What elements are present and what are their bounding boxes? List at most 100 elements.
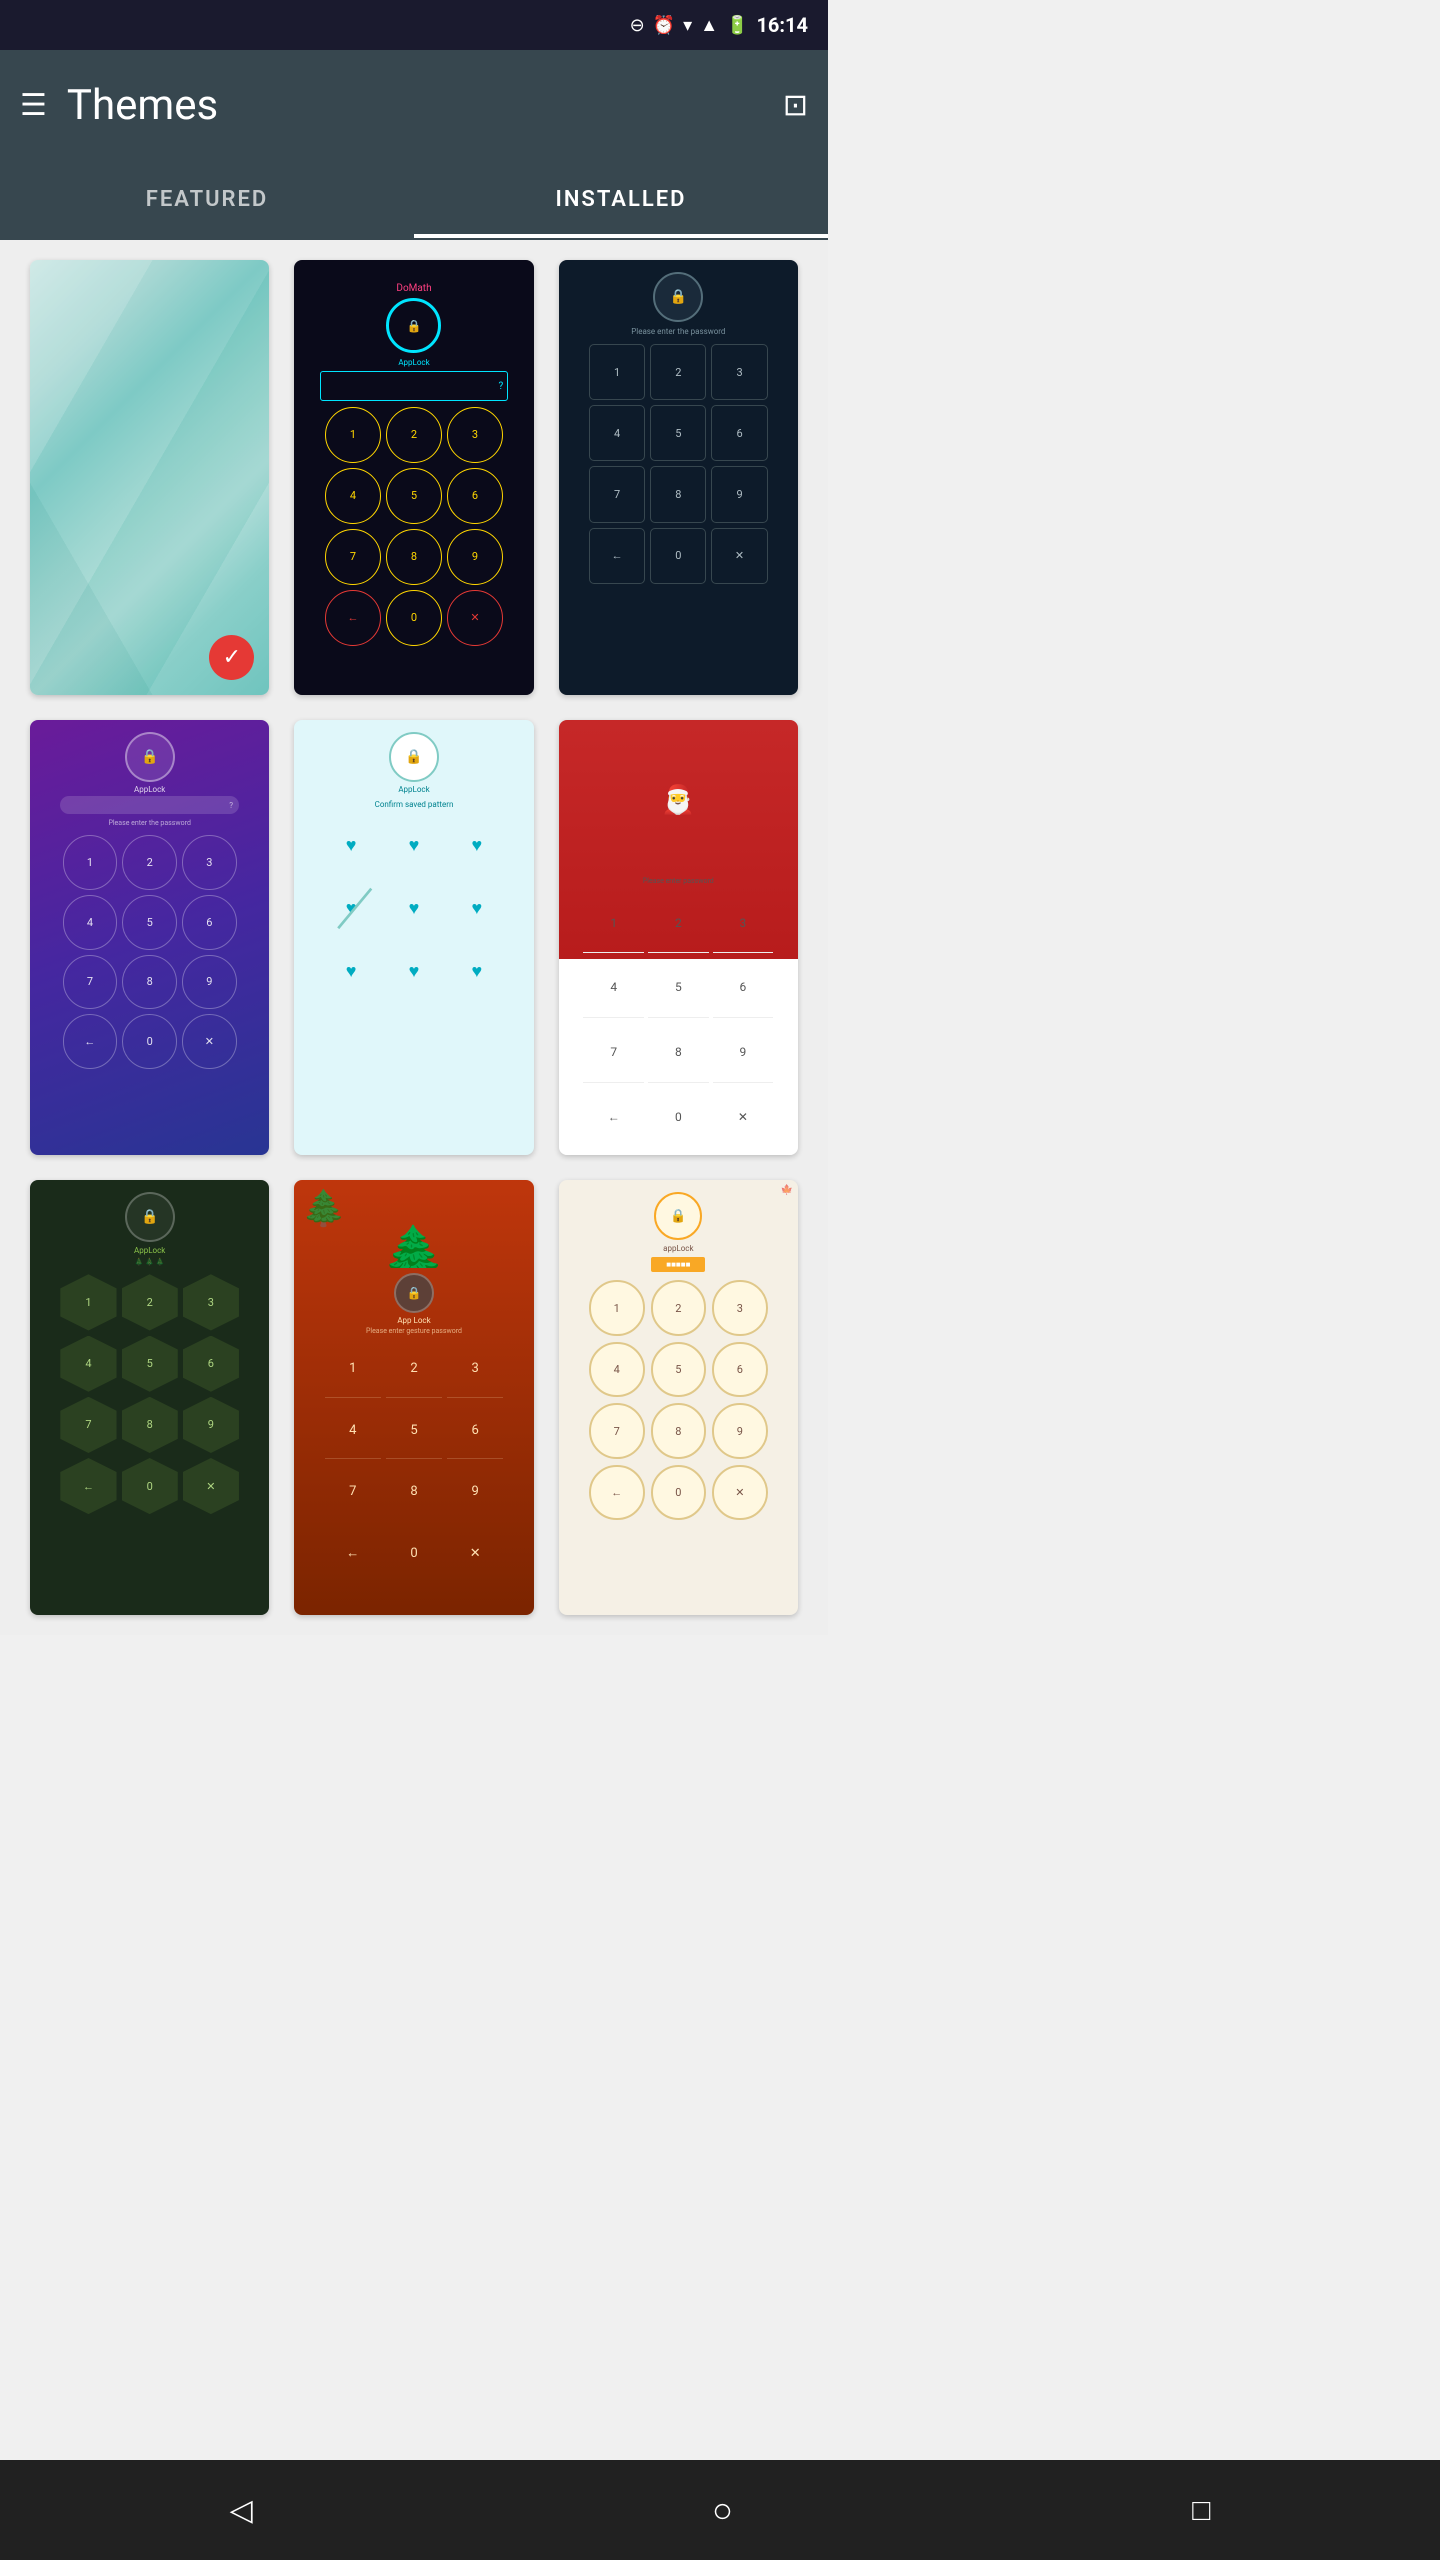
key-close[interactable]: ✕ [182, 1014, 237, 1069]
key-0[interactable]: 0 [651, 1465, 707, 1521]
key-9[interactable]: 9 [183, 1397, 239, 1453]
key-4[interactable]: 4 [589, 405, 645, 461]
menu-icon[interactable]: ☰ [20, 88, 47, 123]
back-button[interactable]: ◁ [230, 2493, 253, 2528]
key-7[interactable]: 7 [63, 955, 118, 1010]
key-9[interactable]: 9 [712, 1403, 768, 1459]
crop-icon[interactable]: ⊡ [783, 88, 808, 123]
tab-featured[interactable]: FEATURED [0, 160, 414, 238]
key-3[interactable]: 3 [182, 835, 237, 890]
key-close[interactable]: ✕ [447, 590, 503, 646]
key-6[interactable]: 6 [711, 405, 767, 461]
recent-button[interactable]: □ [1192, 2493, 1210, 2528]
key-1[interactable]: 1 [589, 344, 645, 400]
key-4[interactable]: 4 [63, 895, 118, 950]
key-0[interactable]: 0 [386, 590, 442, 646]
key-8[interactable]: 8 [651, 1403, 707, 1459]
key-back[interactable]: ← [63, 1014, 118, 1069]
key-8[interactable]: 8 [386, 1464, 442, 1520]
key-back[interactable]: ← [589, 1465, 645, 1521]
heart-key-1[interactable]: ♥ [325, 819, 378, 872]
key-4[interactable]: 4 [583, 957, 644, 1018]
key-7[interactable]: 7 [589, 466, 645, 522]
key-8[interactable]: 8 [122, 1397, 178, 1453]
heart-key-2[interactable]: ♥ [388, 819, 441, 872]
key-1[interactable]: 1 [325, 1341, 381, 1397]
key-0[interactable]: 0 [648, 1087, 709, 1148]
key-0[interactable]: 0 [122, 1458, 178, 1514]
key-1[interactable]: 1 [63, 835, 118, 890]
key-5[interactable]: 5 [122, 895, 177, 950]
key-3[interactable]: 3 [447, 407, 503, 463]
key-2[interactable]: 2 [386, 407, 442, 463]
key-9[interactable]: 9 [713, 1022, 774, 1083]
key-2[interactable]: 2 [122, 1274, 178, 1330]
key-8[interactable]: 8 [122, 955, 177, 1010]
key-9[interactable]: 9 [447, 1464, 503, 1520]
key-3[interactable]: 3 [713, 893, 774, 954]
key-2[interactable]: 2 [386, 1341, 442, 1397]
key-0[interactable]: 0 [122, 1014, 177, 1069]
key-2[interactable]: 2 [648, 893, 709, 954]
key-close[interactable]: ✕ [183, 1458, 239, 1514]
key-close[interactable]: ✕ [447, 1525, 503, 1581]
key-8[interactable]: 8 [648, 1022, 709, 1083]
key-6[interactable]: 6 [182, 895, 237, 950]
heart-key-8[interactable]: ♥ [388, 945, 441, 998]
home-button[interactable]: ○ [712, 2490, 733, 2531]
heart-key-9[interactable]: ♥ [450, 945, 503, 998]
key-8[interactable]: 8 [386, 529, 442, 585]
tab-installed[interactable]: INSTALLED [414, 160, 828, 238]
key-5[interactable]: 5 [650, 405, 706, 461]
key-2[interactable]: 2 [122, 835, 177, 890]
key-7[interactable]: 7 [589, 1403, 645, 1459]
key-7[interactable]: 7 [60, 1397, 116, 1453]
key-4[interactable]: 4 [60, 1336, 116, 1392]
key-0[interactable]: 0 [650, 528, 706, 584]
theme-card-4[interactable]: 🔒 AppLock ? Please enter the password 1 … [30, 720, 269, 1155]
key-6[interactable]: 6 [183, 1336, 239, 1392]
key-5[interactable]: 5 [122, 1336, 178, 1392]
key-9[interactable]: 9 [711, 466, 767, 522]
key-4[interactable]: 4 [325, 468, 381, 524]
key-4[interactable]: 4 [325, 1403, 381, 1459]
theme-card-2[interactable]: DoMath 🔒 AppLock ? 1 2 3 4 5 6 7 8 9 ← 0… [294, 260, 533, 695]
key-back[interactable]: ← [583, 1087, 644, 1148]
key-7[interactable]: 7 [325, 1464, 381, 1520]
key-6[interactable]: 6 [712, 1342, 768, 1398]
heart-key-6[interactable]: ♥ [450, 882, 503, 935]
heart-key-5[interactable]: ♥ [388, 882, 441, 935]
key-back[interactable]: ← [325, 590, 381, 646]
key-5[interactable]: 5 [648, 957, 709, 1018]
key-close[interactable]: ✕ [713, 1087, 774, 1148]
key-7[interactable]: 7 [583, 1022, 644, 1083]
theme-card-1[interactable]: ✓ [30, 260, 269, 695]
key-5[interactable]: 5 [386, 1403, 442, 1459]
key-6[interactable]: 6 [447, 468, 503, 524]
heart-key-4[interactable]: ♥ [325, 882, 378, 935]
key-close[interactable]: ✕ [712, 1465, 768, 1521]
key-1[interactable]: 1 [60, 1274, 116, 1330]
key-close[interactable]: ✕ [711, 528, 767, 584]
key-0[interactable]: 0 [386, 1525, 442, 1581]
theme-card-6[interactable]: 🎅 Please enter password 1 2 3 4 5 6 7 8 … [559, 720, 798, 1155]
key-3[interactable]: 3 [183, 1274, 239, 1330]
key-6[interactable]: 6 [447, 1403, 503, 1459]
key-3[interactable]: 3 [711, 344, 767, 400]
heart-key-7[interactable]: ♥ [325, 945, 378, 998]
key-2[interactable]: 2 [650, 344, 706, 400]
key-3[interactable]: 3 [447, 1341, 503, 1397]
key-3[interactable]: 3 [712, 1280, 768, 1336]
key-1[interactable]: 1 [325, 407, 381, 463]
theme-card-9[interactable]: 🍁 🔒 appLock ■■■■■ 1 2 3 4 5 6 7 8 9 ← 0 … [559, 1180, 798, 1615]
theme-card-7[interactable]: 🔒 AppLock 🎄 🎄 🎄 1 2 3 4 5 6 7 8 9 ← 0 ✕ [30, 1180, 269, 1615]
key-1[interactable]: 1 [589, 1280, 645, 1336]
heart-key-3[interactable]: ♥ [450, 819, 503, 872]
key-5[interactable]: 5 [386, 468, 442, 524]
key-9[interactable]: 9 [447, 529, 503, 585]
key-9[interactable]: 9 [182, 955, 237, 1010]
key-2[interactable]: 2 [651, 1280, 707, 1336]
key-6[interactable]: 6 [713, 957, 774, 1018]
key-5[interactable]: 5 [651, 1342, 707, 1398]
theme-card-5[interactable]: 🔒 AppLock Confirm saved pattern ♥ ♥ ♥ ♥ … [294, 720, 533, 1155]
